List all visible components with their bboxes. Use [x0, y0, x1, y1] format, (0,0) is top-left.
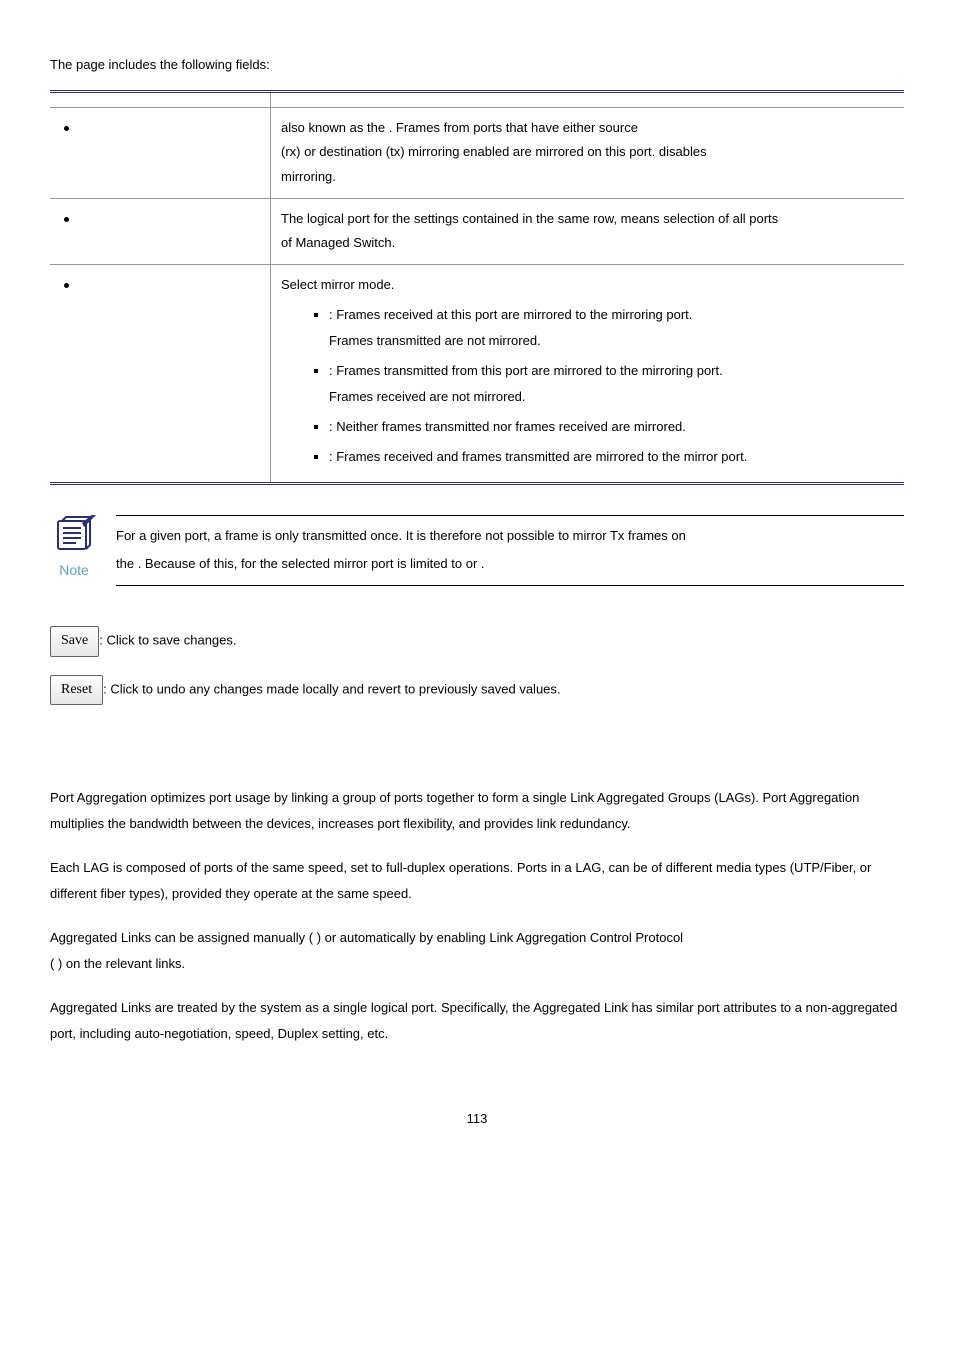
bullet-icon — [64, 126, 69, 131]
save-desc: : Click to save changes. — [99, 633, 236, 648]
p-text: ( — [50, 956, 54, 971]
fields-table: also known as the . Frames from ports th… — [50, 90, 904, 485]
cell-text: The logical port for the settings contai… — [281, 211, 778, 226]
cell-text: also known as the — [281, 120, 389, 135]
paragraph: Aggregated Links can be assigned manuall… — [50, 925, 904, 977]
section-text: Port Aggregation optimizes port usage by… — [50, 785, 904, 1047]
note-label: Note — [50, 557, 98, 584]
cell-text: disables — [659, 144, 707, 159]
item-cont: Frames received are not mirrored. — [329, 389, 526, 404]
table-row: also known as the . Frames from ports th… — [50, 107, 904, 198]
bullet-icon — [64, 217, 69, 222]
item-text: : Neither frames transmitted nor frames … — [329, 419, 686, 434]
list-item: : Frames transmitted from this port are … — [329, 358, 894, 410]
note-text: the — [116, 556, 138, 571]
bullet-icon — [64, 283, 69, 288]
save-button[interactable]: Save — [50, 626, 99, 657]
paragraph: Aggregated Links are treated by the syst… — [50, 995, 904, 1047]
paragraph: Port Aggregation optimizes port usage by… — [50, 785, 904, 837]
note-body: For a given port, a frame is only transm… — [116, 515, 904, 586]
note-text: . — [481, 556, 485, 571]
cell-text: of Managed Switch. — [281, 235, 395, 250]
list-item: : Frames received at this port are mirro… — [329, 302, 894, 354]
note-block: Note For a given port, a frame is only t… — [50, 515, 904, 586]
intro-text: The page includes the following fields: — [50, 53, 904, 78]
item-text: : Frames received and frames transmitted… — [329, 449, 747, 464]
note-text: or — [466, 556, 481, 571]
note-icon: Note — [50, 515, 98, 584]
p-text: ) or automatically by enabling Link Aggr… — [317, 930, 683, 945]
list-item: : Neither frames transmitted nor frames … — [329, 414, 894, 440]
cell-text: (rx) or destination (tx) mirroring enabl… — [281, 144, 659, 159]
page-number: 113 — [50, 1107, 904, 1132]
note-text: . Because of this, — [138, 556, 241, 571]
table-row: The logical port for the settings contai… — [50, 198, 904, 264]
p-text: ) on the relevant links. — [58, 956, 185, 971]
p-text: Aggregated Links can be assigned manuall… — [50, 930, 313, 945]
note-text: For a given port, a frame is only transm… — [116, 528, 686, 543]
mode-list: : Frames received at this port are mirro… — [281, 302, 894, 470]
cell-text: . Frames from ports that have either sou… — [389, 120, 638, 135]
item-text: : Frames received at this port are mirro… — [329, 307, 692, 322]
list-item: : Frames received and frames transmitted… — [329, 444, 894, 470]
item-text: : Frames transmitted from this port are … — [329, 363, 723, 378]
note-text: for the selected mirror port is limited … — [241, 556, 466, 571]
reset-desc: : Click to undo any changes made locally… — [103, 681, 560, 696]
reset-button[interactable]: Reset — [50, 675, 103, 706]
cell-text: mirroring. — [281, 169, 336, 184]
table-row: Select mirror mode. : Frames received at… — [50, 265, 904, 484]
cell-text: Select mirror mode. — [281, 277, 394, 292]
item-cont: Frames transmitted are not mirrored. — [329, 333, 541, 348]
paragraph: Each LAG is composed of ports of the sam… — [50, 855, 904, 907]
